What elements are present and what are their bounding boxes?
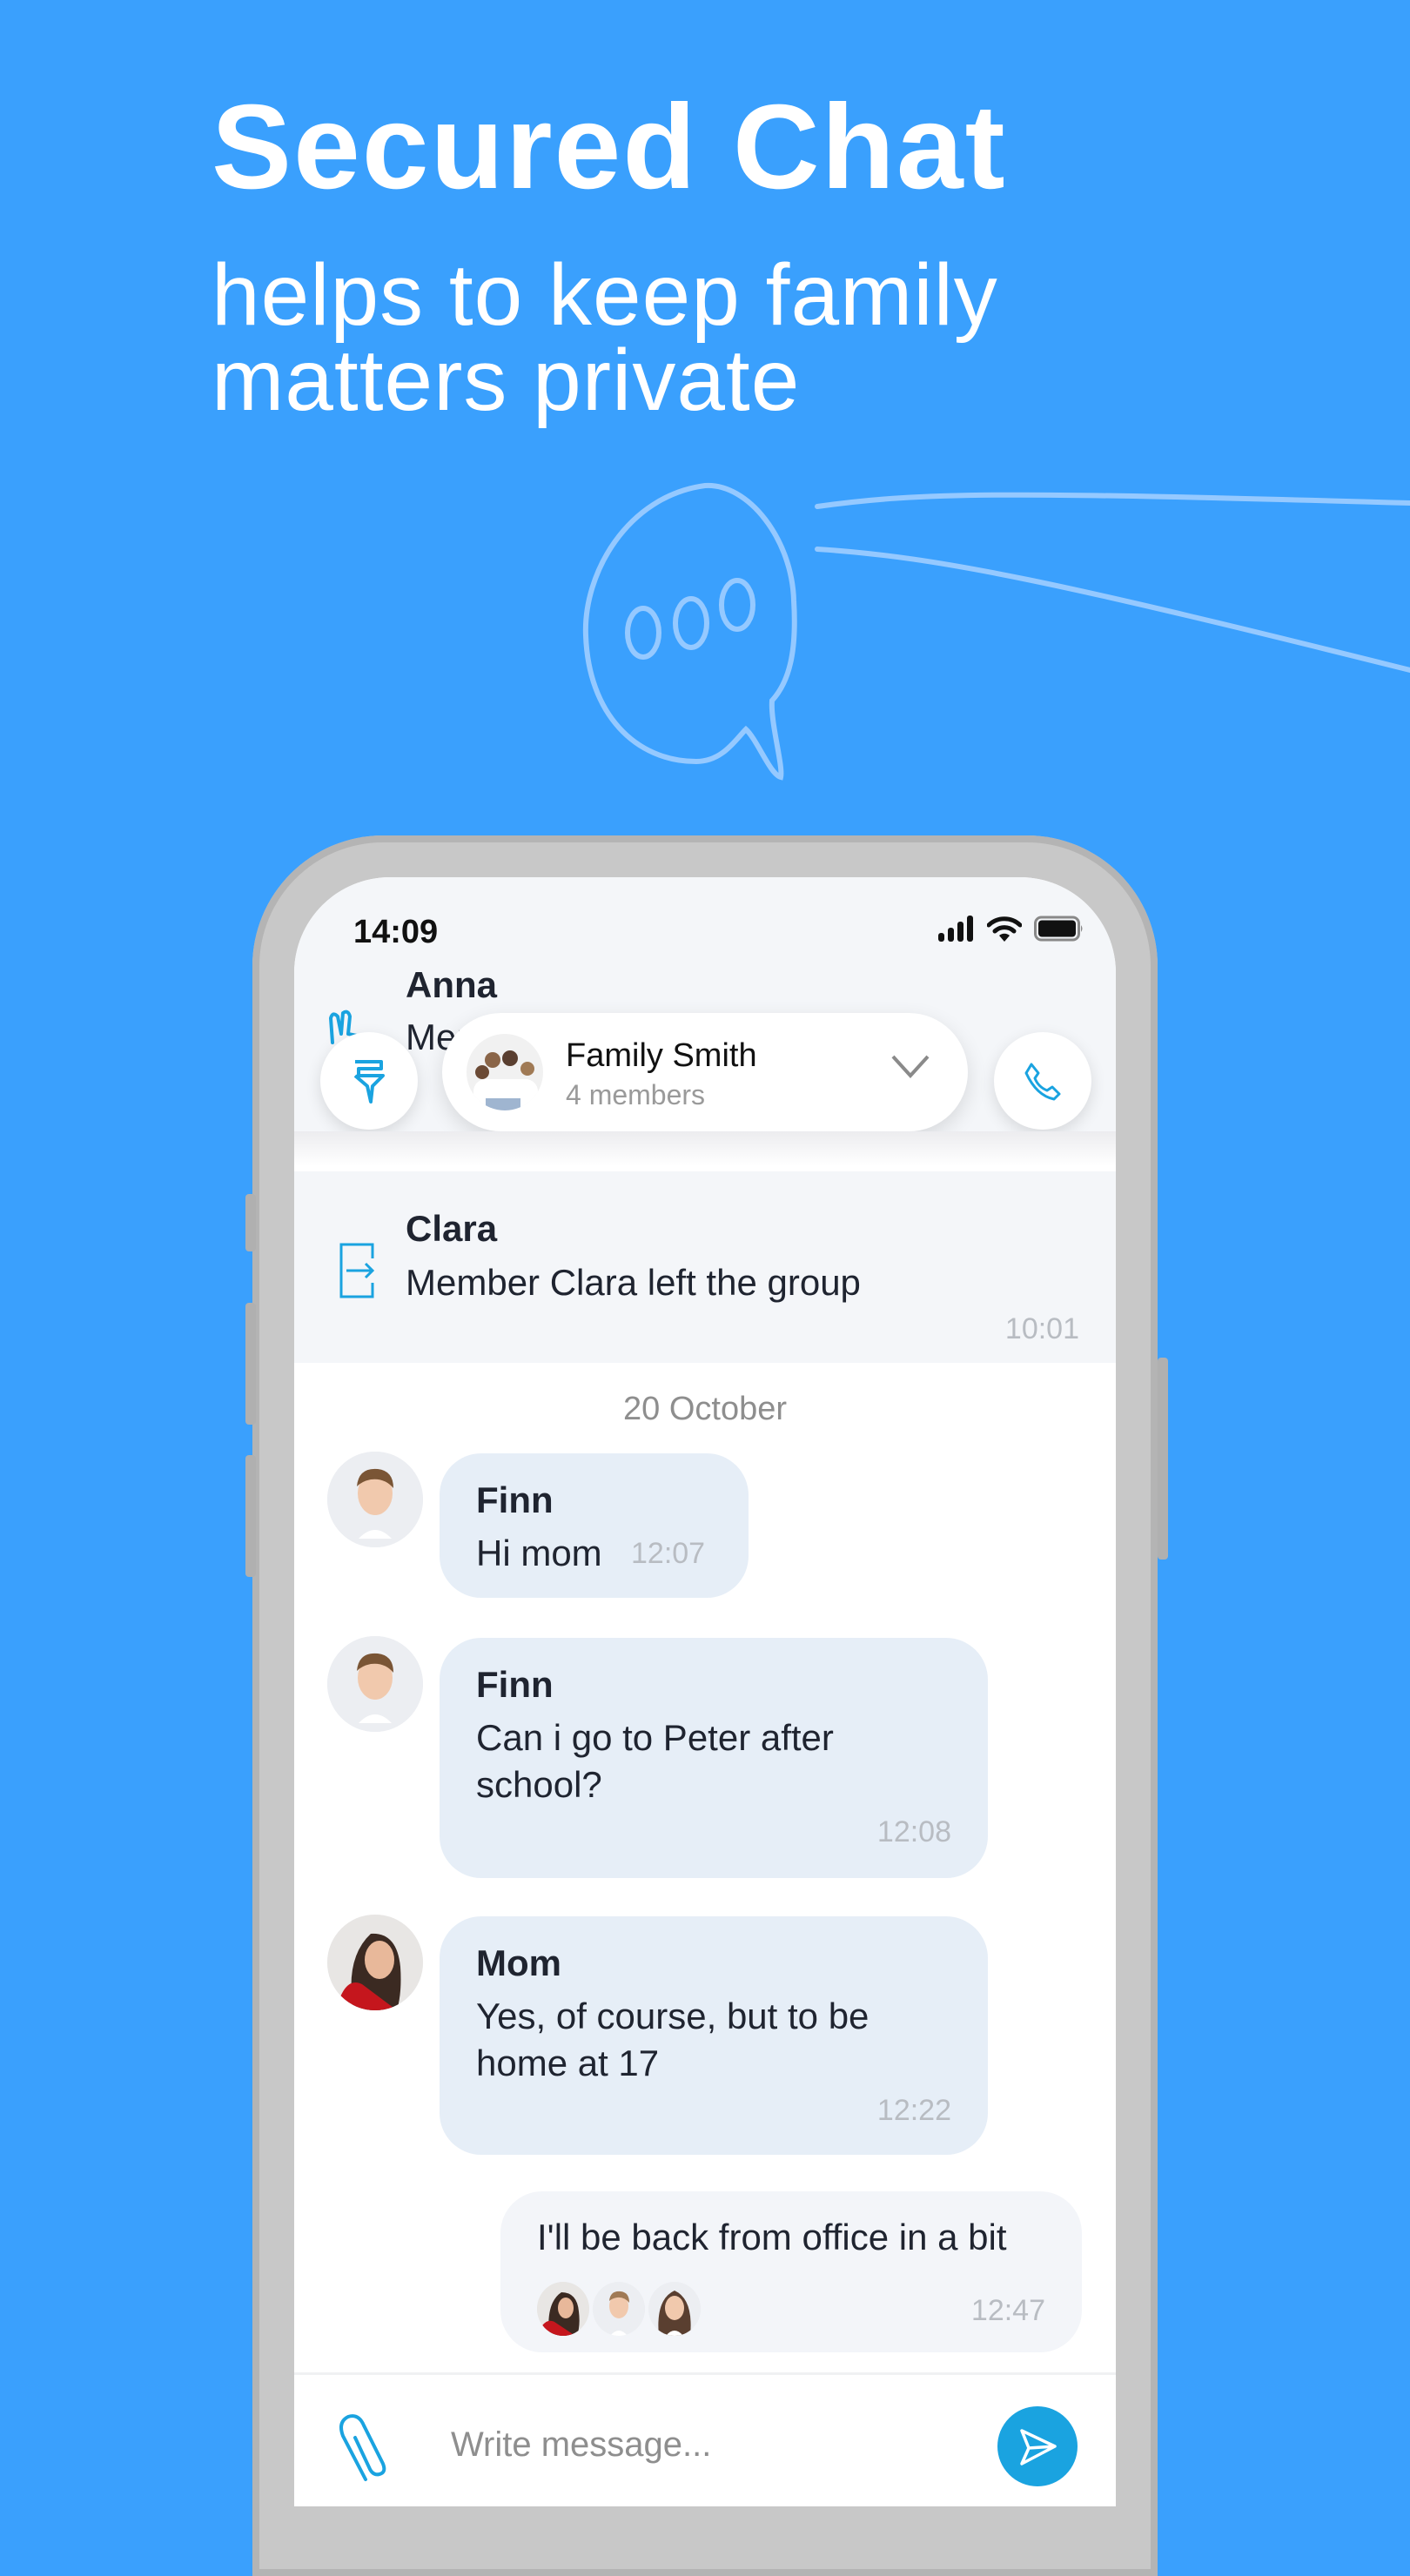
group-name: Family Smith	[566, 1037, 757, 1074]
filter-button[interactable]	[320, 1032, 418, 1130]
message-text: Can i go to Peter after school?	[476, 1717, 834, 1805]
system-message: Clara Member Clara left the group 10:01	[294, 1171, 1116, 1363]
phone-screen: 14:09 Anna Member Anna join	[294, 877, 1116, 2506]
system-message-time: 10:01	[1004, 1312, 1079, 1345]
message-time: 12:07	[631, 1537, 706, 1570]
volume-up-button	[245, 1303, 256, 1425]
message-text: I'll be back from office in a bit	[537, 2217, 1007, 2257]
group-selector[interactable]: Family Smith 4 members	[442, 1013, 968, 1131]
power-button	[1158, 1358, 1168, 1560]
group-member-count: 4 members	[566, 1079, 706, 1110]
phone-icon	[1024, 1063, 1061, 1101]
family-photo-icon	[467, 1034, 543, 1110]
message-input[interactable]	[449, 2413, 923, 2476]
read-receipts	[537, 2282, 701, 2336]
read-avatar-finn	[593, 2282, 645, 2336]
message-time: 12:08	[876, 1815, 951, 1848]
boy-photo-icon	[327, 1636, 423, 1732]
message-time: 12:22	[876, 2094, 951, 2127]
hero-subtitle: helps to keep family matters private	[212, 246, 998, 429]
call-button[interactable]	[994, 1032, 1091, 1130]
message-composer	[294, 2372, 1116, 2506]
date-separator: 20 October	[623, 1391, 787, 1427]
woman-photo-icon	[327, 1915, 423, 2010]
hero-subtitle-line: helps to keep family	[212, 246, 998, 344]
message-time: 12:47	[970, 2294, 1045, 2327]
message-text: Hi mom	[476, 1533, 602, 1573]
system-message-sender: Clara	[406, 1208, 498, 1249]
read-avatar-daughter	[648, 2282, 701, 2336]
status-icons	[938, 916, 1084, 942]
status-time: 14:09	[353, 914, 439, 950]
volume-down-button	[245, 1455, 256, 1577]
mute-switch	[245, 1194, 256, 1251]
group-avatar	[467, 1034, 543, 1110]
send-button[interactable]	[997, 2406, 1078, 2486]
chat-bubble-doodle-icon	[582, 482, 1410, 781]
avatar-finn[interactable]	[327, 1452, 423, 1547]
message-bubble[interactable]: Mom Yes, of course, but to be home at 17…	[440, 1916, 988, 2155]
outgoing-message-bubble[interactable]: I'll be back from office in a bit 12:47	[500, 2191, 1082, 2352]
message-bubble[interactable]: Finn Can i go to Peter after school? 12:…	[440, 1638, 988, 1878]
exit-icon	[339, 1243, 375, 1298]
chevron-down-icon[interactable]	[890, 1053, 931, 1079]
paperclip-icon[interactable]	[334, 2410, 404, 2488]
hero-title: Secured Chat	[212, 80, 1007, 214]
background-message-sender: Anna	[406, 964, 497, 1005]
avatar-mom[interactable]	[327, 1915, 423, 2010]
header-shadow	[294, 1131, 1116, 1166]
system-message-text: Member Clara left the group	[406, 1262, 861, 1303]
header-area: 14:09 Anna Member Anna join	[294, 877, 1116, 1131]
message-text: Yes, of course, but to be home at 17	[476, 1996, 870, 2083]
avatar-finn[interactable]	[327, 1636, 423, 1732]
message-sender: Mom	[476, 1942, 561, 1983]
signal-icon	[938, 916, 973, 942]
read-avatar-mom	[537, 2282, 589, 2336]
boy-photo-icon	[327, 1452, 423, 1547]
wifi-icon	[987, 916, 1022, 942]
send-icon	[1020, 2429, 1057, 2465]
message-sender: Finn	[476, 1479, 554, 1520]
battery-icon	[1034, 916, 1083, 942]
message-sender: Finn	[476, 1664, 554, 1705]
brush-filter-icon	[353, 1060, 385, 1104]
message-bubble[interactable]: Finn Hi mom 12:07	[440, 1453, 749, 1598]
hero-subtitle-line: matters private	[212, 332, 801, 429]
